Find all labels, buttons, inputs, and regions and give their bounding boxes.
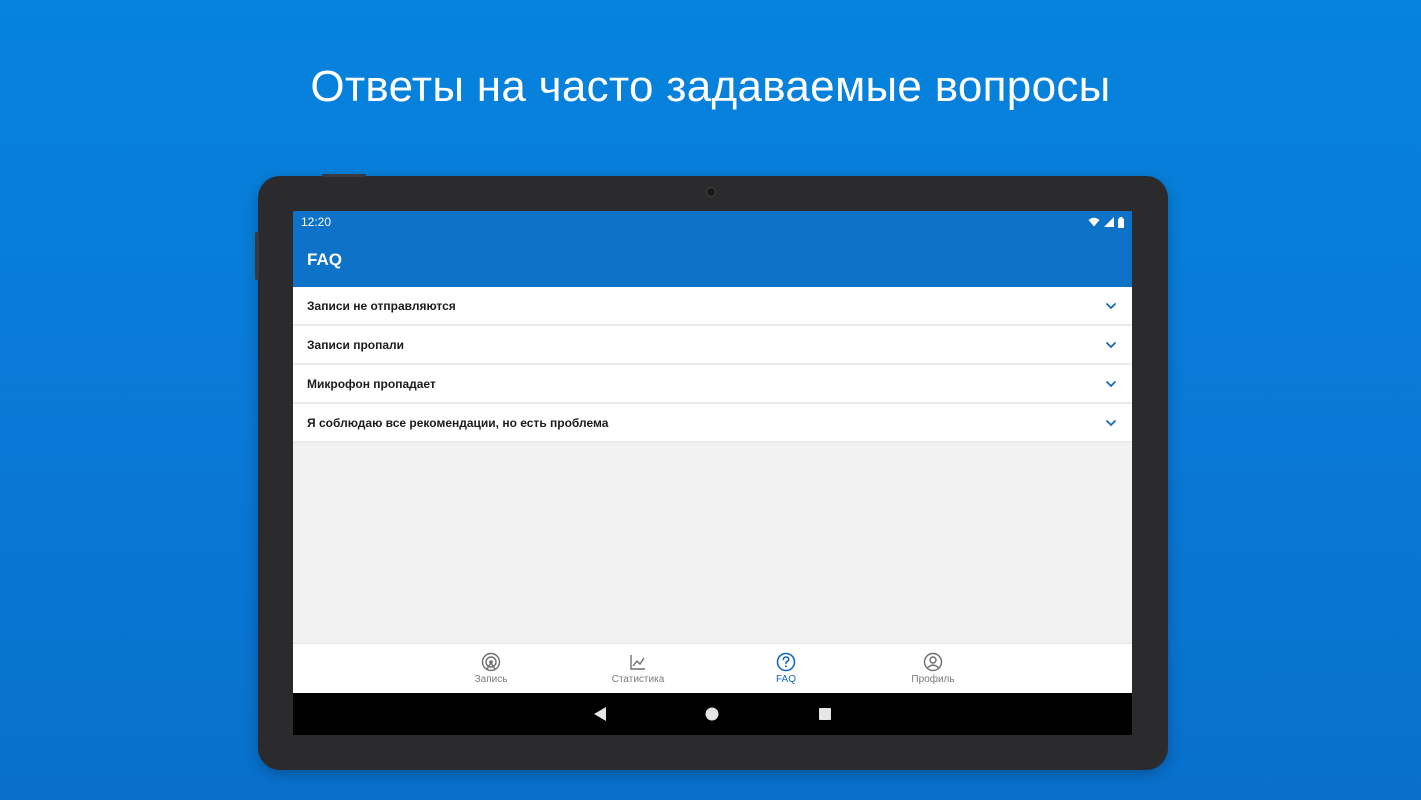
battery-icon [1118,216,1124,228]
app-screen: 12:20 FAQ Записи не отправляются Записи … [293,211,1132,735]
chevron-down-icon [1106,302,1116,309]
nav-item-faq[interactable]: FAQ [736,652,836,685]
faq-item[interactable]: Микрофон пропадает [293,365,1132,404]
faq-item[interactable]: Я соблюдаю все рекомендации, но есть про… [293,404,1132,443]
help-icon [776,652,796,672]
volume-button [255,232,259,280]
faq-question: Я соблюдаю все рекомендации, но есть про… [307,415,609,430]
system-navigation-bar [293,693,1132,735]
home-icon[interactable] [705,706,719,722]
status-time: 12:20 [301,215,332,229]
status-bar: 12:20 [293,211,1132,233]
chevron-down-icon [1106,380,1116,387]
faq-question: Записи не отправляются [307,298,456,313]
chart-icon [630,655,645,670]
nav-label-profile: Профиль [911,674,955,685]
faq-item[interactable]: Записи пропали [293,326,1132,365]
front-camera [706,187,716,197]
profile-icon [923,652,943,672]
headline: Ответы на часто задаваемые вопросы [310,62,1111,111]
back-icon[interactable] [593,706,607,722]
nav-item-record[interactable]: Запись [441,652,541,685]
chevron-down-icon [1106,341,1116,348]
record-icon [481,652,501,672]
faq-question: Записи пропали [307,337,405,352]
power-button [322,174,366,177]
faq-list: Записи не отправляются Записи пропали Ми… [293,287,1132,443]
nav-item-profile[interactable]: Профиль [883,652,983,685]
chevron-down-icon [1106,419,1116,426]
faq-question: Микрофон пропадает [307,376,436,391]
nav-item-statistics[interactable]: Статистика [588,652,688,685]
tablet-frame: 12:20 FAQ Записи не отправляются Записи … [255,174,1168,770]
wifi-icon [1088,217,1100,227]
bottom-navigation: Запись Статистика FAQ Профиль [293,643,1132,694]
app-bar: FAQ [293,233,1132,287]
status-icons [1088,216,1124,228]
nav-label-faq: FAQ [775,674,796,685]
signal-icon [1104,217,1114,227]
faq-item[interactable]: Записи не отправляются [293,287,1132,326]
nav-label-record: Запись [474,674,508,685]
nav-label-statistics: Статистика [611,674,665,685]
page-title: FAQ [307,250,342,269]
recents-icon[interactable] [818,706,832,722]
